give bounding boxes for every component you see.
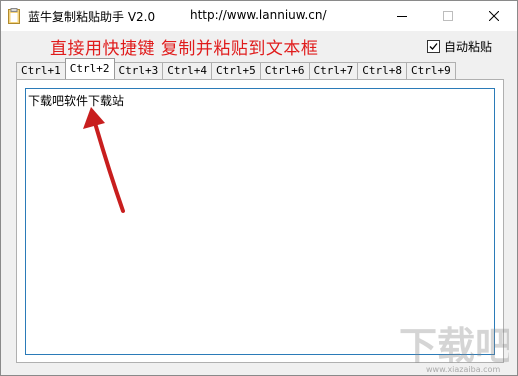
tab-ctrl-8[interactable]: Ctrl+8 (357, 62, 407, 79)
tab-ctrl-7[interactable]: Ctrl+7 (308, 62, 359, 79)
auto-paste-label: 自动粘贴 (444, 40, 493, 54)
tab-ctrl-6[interactable]: Ctrl+6 (259, 62, 310, 79)
red-arrow-icon (83, 107, 125, 213)
window-url: http://www.lanniuw.cn/ (190, 8, 327, 22)
window-title: 蓝牛复制粘贴助手 V2.0 (28, 10, 156, 24)
clipboard-icon (8, 8, 20, 24)
close-button[interactable] (471, 1, 517, 31)
close-icon (489, 11, 499, 21)
maximize-icon (443, 11, 453, 21)
tab-ctrl-5[interactable]: Ctrl+5 (211, 62, 261, 79)
watermark-url: www.xiazaiba.com (426, 365, 501, 374)
site-logo-watermark: 下载吧 (399, 324, 509, 368)
checkmark-icon (429, 43, 438, 50)
tab-strip: Ctrl+1 Ctrl+2 Ctrl+3 Ctrl+4 Ctrl+5 Ctrl+… (16, 58, 456, 79)
minimize-button[interactable] (379, 1, 425, 31)
tab-ctrl-3[interactable]: Ctrl+3 (113, 62, 164, 79)
tab-ctrl-2[interactable]: Ctrl+2 (64, 58, 115, 79)
maximize-button[interactable] (425, 1, 471, 31)
instruction-banner: 直接用快捷键 复制并粘贴到文本框 (50, 39, 319, 59)
tab-ctrl-4[interactable]: Ctrl+4 (162, 62, 212, 79)
title-bar[interactable]: 蓝牛复制粘贴助手 V2.0 http://www.lanniuw.cn/ (1, 1, 517, 31)
auto-paste-toggle[interactable]: 自动粘贴 (427, 38, 492, 55)
svg-text:下载吧: 下载吧 (399, 324, 509, 368)
minimize-icon (397, 16, 407, 17)
auto-paste-checkbox[interactable] (427, 40, 440, 53)
tab-ctrl-9[interactable]: Ctrl+9 (406, 62, 456, 79)
tab-ctrl-1[interactable]: Ctrl+1 (16, 62, 66, 79)
app-window: 蓝牛复制粘贴助手 V2.0 http://www.lanniuw.cn/ 直接用… (0, 0, 518, 376)
